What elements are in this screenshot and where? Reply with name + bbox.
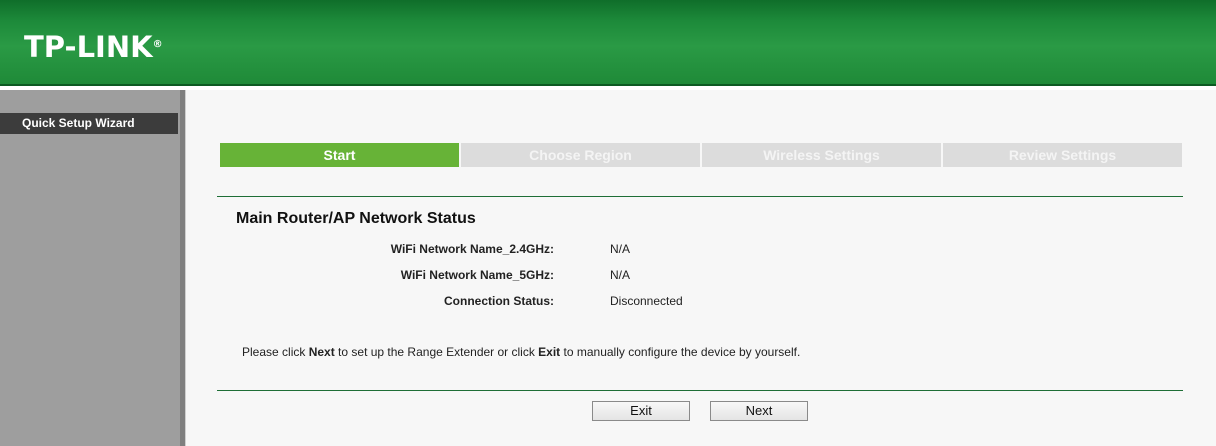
wifi-5ghz-label: WiFi Network Name_5GHz: xyxy=(400,268,554,282)
connection-status-value: Disconnected xyxy=(610,294,683,308)
instruction-part-2: to set up the Range Extender or click xyxy=(334,345,539,359)
main-content: Start Choose Region Wireless Settings Re… xyxy=(186,90,1216,446)
instruction-text: Please click Next to set up the Range Ex… xyxy=(242,345,800,359)
connection-status-label: Connection Status: xyxy=(444,294,554,308)
logo-text: TP-LINK xyxy=(24,30,153,64)
step-start: Start xyxy=(220,143,459,167)
wifi-24ghz-value: N/A xyxy=(610,242,631,256)
step-review-settings: Review Settings xyxy=(943,143,1182,167)
sidebar-item-quick-setup-wizard[interactable]: Quick Setup Wizard xyxy=(0,113,178,134)
sidebar: Quick Setup Wizard xyxy=(0,90,180,446)
bottom-divider xyxy=(217,390,1183,391)
section-title: Main Router/AP Network Status xyxy=(236,210,476,227)
exit-button[interactable]: Exit xyxy=(592,401,690,421)
wifi-5ghz-value: N/A xyxy=(610,268,631,282)
instruction-part-3: to manually configure the device by your… xyxy=(560,345,801,359)
instruction-exit-word: Exit xyxy=(538,345,561,359)
step-wireless-settings: Wireless Settings xyxy=(702,143,941,167)
instruction-part-1: Please click xyxy=(242,345,309,359)
registered-mark: ® xyxy=(152,39,163,50)
tp-link-logo: TP-LINK® xyxy=(24,30,163,64)
step-choose-region: Choose Region xyxy=(461,143,700,167)
next-button[interactable]: Next xyxy=(710,401,808,421)
top-divider xyxy=(217,196,1183,197)
wizard-progress: Start Choose Region Wireless Settings Re… xyxy=(220,143,1182,167)
header-banner: TP-LINK® xyxy=(0,0,1216,86)
wifi-24ghz-label: WiFi Network Name_2.4GHz: xyxy=(390,242,554,256)
instruction-next-word: Next xyxy=(308,345,335,359)
